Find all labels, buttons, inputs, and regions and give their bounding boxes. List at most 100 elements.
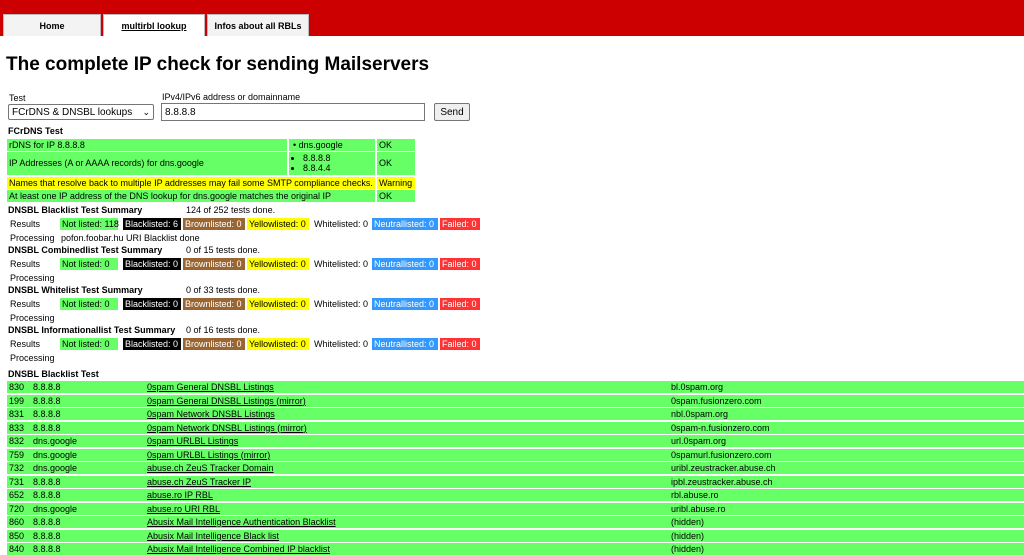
rbl-zone: 0spam-n.fusionzero.com	[671, 422, 770, 433]
address-input[interactable]	[161, 103, 425, 121]
rbl-name-link[interactable]: 0spam Network DNSBL Listings	[147, 408, 275, 420]
failed-badge: Failed: 0	[440, 258, 480, 270]
rbl-name-link[interactable]: abuse.ch ZeuS Tracker Domain	[147, 462, 274, 474]
brownlisted-badge: Brownlisted: 0	[183, 298, 245, 310]
blacklist-row: 652 8.8.8.8 abuse.ro IP RBL rbl.abuse.ro	[7, 489, 1024, 501]
rbl-name-link[interactable]: 0spam General DNSBL Listings (mirror)	[147, 395, 306, 407]
row-target: 8.8.8.8	[33, 490, 61, 500]
blacklisted-badge: Blacklisted: 0	[123, 338, 181, 350]
whitelisted-badge: Whitelisted: 0	[312, 218, 370, 230]
results-label: Results	[10, 259, 41, 269]
ip-item: 8.8.8.8	[303, 153, 375, 163]
summary-title: DNSBL Combinedlist Test Summary	[8, 245, 163, 255]
row-id: 759	[9, 449, 25, 460]
brownlisted-badge: Brownlisted: 0	[183, 338, 245, 350]
rbl-zone: 0spamurl.fusionzero.com	[671, 449, 772, 460]
fcrdns-row-value: • dns.google	[289, 139, 375, 151]
neutrallisted-badge: Neutrallisted: 0	[372, 298, 438, 310]
nav-home[interactable]: Home	[3, 14, 101, 36]
not-listed-badge: Not listed: 0	[60, 338, 118, 350]
rbl-zone: (hidden)	[671, 544, 705, 554]
row-target: dns.google	[33, 503, 78, 514]
row-id: 732	[9, 463, 25, 473]
row-target: 8.8.8.8	[33, 530, 61, 541]
row-id: 830	[9, 382, 25, 392]
fcrdns-title: FCrDNS Test	[8, 126, 63, 136]
rbl-name-link[interactable]: 0spam General DNSBL Listings	[147, 381, 274, 393]
failed-badge: Failed: 0	[440, 338, 480, 350]
brownlisted-badge: Brownlisted: 0	[183, 218, 245, 230]
whitelisted-badge: Whitelisted: 0	[312, 258, 370, 270]
row-id: 199	[9, 395, 25, 406]
summary-done: 124 of 252 tests done.	[186, 205, 276, 215]
rbl-name-link[interactable]: Abusix Mail Intelligence Combined IP bla…	[147, 543, 330, 555]
rbl-zone: (hidden)	[671, 530, 705, 541]
brownlisted-badge: Brownlisted: 0	[183, 258, 245, 270]
summary-done: 0 of 15 tests done.	[186, 245, 261, 255]
results-label: Results	[10, 299, 41, 309]
rbl-name-link[interactable]: abuse.ro IP RBL	[147, 489, 213, 501]
rbl-name-link[interactable]: abuse.ch ZeuS Tracker IP	[147, 476, 251, 488]
row-target: 8.8.8.8	[33, 476, 61, 487]
row-target: 8.8.8.8	[33, 544, 61, 554]
summary-done: 0 of 16 tests done.	[186, 325, 261, 335]
row-id: 840	[9, 544, 25, 554]
test-label: Test	[9, 93, 26, 103]
blacklisted-badge: Blacklisted: 6	[123, 218, 181, 230]
test-select[interactable]: FCrDNS & DNSBL lookups ⌄	[8, 104, 154, 120]
row-id: 850	[9, 530, 25, 541]
row-target: 8.8.8.8	[33, 409, 61, 419]
blacklist-row: 840 8.8.8.8 Abusix Mail Intelligence Combi…	[7, 543, 1024, 555]
rbl-zone: ipbl.zeustracker.abuse.ch	[671, 476, 773, 487]
rbl-name-link[interactable]: 0spam Network DNSBL Listings (mirror)	[147, 422, 307, 434]
dnsbl-blacklist-test-title: DNSBL Blacklist Test	[8, 369, 99, 379]
row-target: 8.8.8.8	[33, 382, 61, 392]
rbl-name-link[interactable]: 0spam URLBL Listings	[147, 435, 238, 447]
blacklist-row: 830 8.8.8.8 0spam General DNSBL Listings bl…	[7, 381, 1024, 393]
not-listed-badge: Not listed: 118	[60, 218, 119, 230]
fcrdns-warning-text: Names that resolve back to multiple IP a…	[7, 177, 375, 189]
neutrallisted-badge: Neutrallisted: 0	[372, 338, 438, 350]
page-title: The complete IP check for sending Mailse…	[6, 54, 430, 75]
row-id: 860	[9, 517, 25, 527]
fcrdns-warning-status: Warning	[377, 177, 415, 189]
not-listed-badge: Not listed: 0	[60, 298, 118, 310]
blacklist-row: 732 dns.google abuse.ch ZeuS Tracker Domai…	[7, 462, 1024, 474]
rbl-name-link[interactable]: 0spam URLBL Listings (mirror)	[147, 449, 270, 461]
blacklist-row: 850 8.8.8.8 Abusix Mail Intelligence Black…	[7, 529, 1024, 542]
rbl-zone: uribl.zeustracker.abuse.ch	[671, 463, 776, 473]
fcrdns-row-status: OK	[377, 139, 415, 151]
rbl-name-link[interactable]: Abusix Mail Intelligence Black list	[147, 530, 279, 542]
processing-label: Processing	[10, 353, 55, 363]
results-label: Results	[10, 339, 41, 349]
rbl-name-link[interactable]: Abusix Mail Intelligence Authentication …	[147, 516, 336, 528]
summary-title: DNSBL Whitelist Test Summary	[8, 285, 143, 295]
row-id: 652	[9, 490, 25, 500]
blacklist-row: 731 8.8.8.8 abuse.ch ZeuS Tracker IP ipbl.z…	[7, 475, 1024, 488]
rbl-zone: nbl.0spam.org	[671, 409, 729, 419]
nav-multirbl-lookup[interactable]: multirbl lookup	[103, 14, 205, 36]
neutrallisted-badge: Neutrallisted: 0	[372, 218, 438, 230]
summary-done: 0 of 33 tests done.	[186, 285, 261, 295]
row-id: 731	[9, 476, 25, 487]
failed-badge: Failed: 0	[440, 298, 480, 310]
address-label: IPv4/IPv6 address or domainname	[162, 92, 301, 102]
rbl-name-link[interactable]: abuse.ro URI RBL	[147, 503, 220, 515]
nav-infos-rbls[interactable]: Infos about all RBLs	[207, 14, 309, 36]
row-target: 8.8.8.8	[33, 395, 61, 406]
row-target: dns.google	[33, 463, 78, 473]
row-id: 720	[9, 503, 25, 514]
send-button[interactable]: Send	[434, 103, 470, 121]
rbl-zone: bl.0spam.org	[671, 382, 724, 392]
row-id: 833	[9, 422, 25, 433]
rbl-zone: (hidden)	[671, 517, 705, 527]
blacklist-row: 759 dns.google 0spam URLBL Listings (mirro…	[7, 448, 1024, 461]
blacklist-row: 199 8.8.8.8 0spam General DNSBL Listings (…	[7, 394, 1024, 407]
failed-badge: Failed: 0	[440, 218, 480, 230]
row-target: dns.google	[33, 436, 78, 446]
yellowlisted-badge: Yellowlisted: 0	[247, 298, 309, 310]
ip-item: 8.8.4.4	[303, 163, 375, 173]
fcrdns-match-status: OK	[377, 190, 415, 202]
neutrallisted-badge: Neutrallisted: 0	[372, 258, 438, 270]
rbl-zone: 0spam.fusionzero.com	[671, 395, 762, 406]
